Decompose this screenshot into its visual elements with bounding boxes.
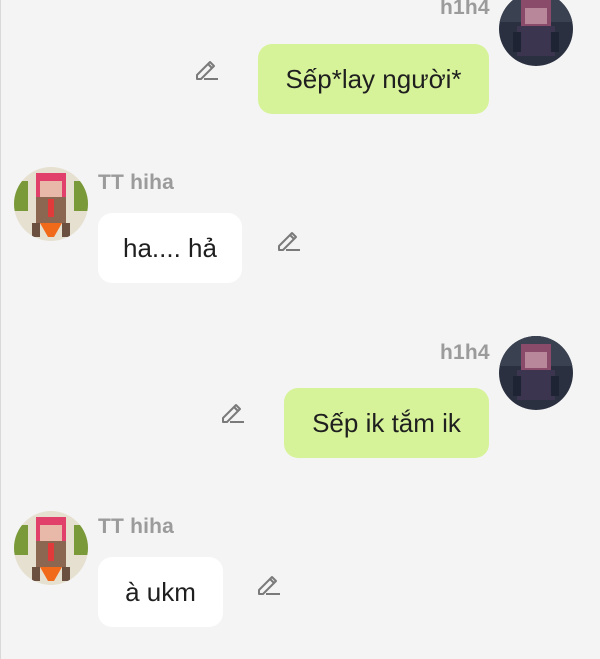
sender-name: h1h4 — [440, 0, 490, 19]
avatar-tt-hiha[interactable] — [14, 167, 88, 241]
pencil-edit-icon[interactable] — [192, 54, 222, 84]
left-border — [0, 0, 1, 659]
avatar-h1h4[interactable] — [499, 336, 573, 410]
avatar-image — [14, 167, 88, 241]
avatar-image — [499, 336, 573, 410]
avatar-h1h4[interactable] — [499, 0, 573, 66]
message-bubble[interactable]: Sếp*lay người* — [258, 44, 489, 114]
pencil-edit-icon[interactable] — [218, 397, 248, 427]
avatar-image — [14, 511, 88, 585]
sender-name: h1h4 — [440, 341, 490, 364]
sender-name: TT hiha — [98, 171, 175, 194]
avatar-image — [499, 0, 573, 66]
message-bubble[interactable]: ha.... hả — [98, 213, 242, 283]
message-bubble[interactable]: Sếp ik tắm ik — [284, 388, 489, 458]
avatar-tt-hiha[interactable] — [14, 511, 88, 585]
pencil-edit-icon[interactable] — [254, 569, 284, 599]
pencil-edit-icon[interactable] — [274, 225, 304, 255]
message-bubble[interactable]: à ukm — [98, 557, 223, 627]
sender-name: TT hiha — [98, 515, 175, 538]
